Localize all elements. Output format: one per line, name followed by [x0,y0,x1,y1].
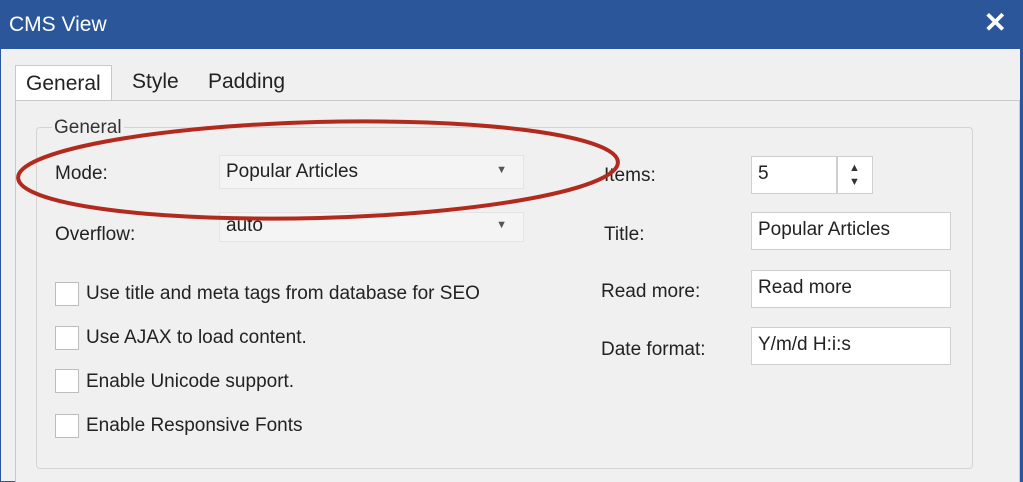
chevron-down-icon: ▼ [496,164,507,176]
close-icon[interactable]: ✕ [984,6,1007,39]
overflow-dropdown[interactable]: auto ▼ [219,212,524,242]
mode-value: Popular Articles [226,161,359,182]
date-format-label: Date format: [601,339,706,360]
triangle-up-icon[interactable]: ▲ [849,162,860,174]
triangle-down-icon[interactable]: ▼ [849,176,860,188]
title-bar: CMS View ✕ [0,0,1023,49]
tab-style[interactable]: Style [132,64,179,100]
title-label: Title: [604,224,645,245]
ajax-checkbox[interactable] [55,326,79,350]
overflow-value: auto [226,215,263,236]
unicode-checkbox-label: Enable Unicode support. [86,371,295,392]
responsive-fonts-checkbox[interactable] [55,414,79,438]
ajax-checkbox-label: Use AJAX to load content. [86,327,307,348]
window-title: CMS View [9,13,107,36]
seo-checkbox[interactable] [55,282,79,306]
mode-label: Mode: [55,163,108,184]
dialog-body: General Style Padding General Mode: Popu… [1,49,1022,482]
group-legend: General [52,117,124,139]
items-label: Items: [604,165,656,186]
read-more-input[interactable]: Read more [751,270,951,308]
tab-general[interactable]: General [15,65,112,102]
read-more-label: Read more: [601,281,701,302]
tab-padding[interactable]: Padding [208,64,285,100]
tab-panel-general: General Mode: Popular Articles ▼ Overflo… [15,100,1020,482]
overflow-label: Overflow: [55,224,136,245]
responsive-fonts-checkbox-label: Enable Responsive Fonts [86,415,303,436]
title-input[interactable]: Popular Articles [751,212,951,250]
chevron-down-icon: ▼ [496,219,507,231]
unicode-checkbox[interactable] [55,369,79,393]
seo-checkbox-label: Use title and meta tags from database fo… [86,283,480,304]
items-input[interactable]: 5 [751,156,837,194]
mode-dropdown[interactable]: Popular Articles ▼ [219,155,524,189]
date-format-input[interactable]: Y/m/d H:i:s [751,327,951,365]
items-spinner[interactable]: ▲ ▼ [837,156,873,194]
